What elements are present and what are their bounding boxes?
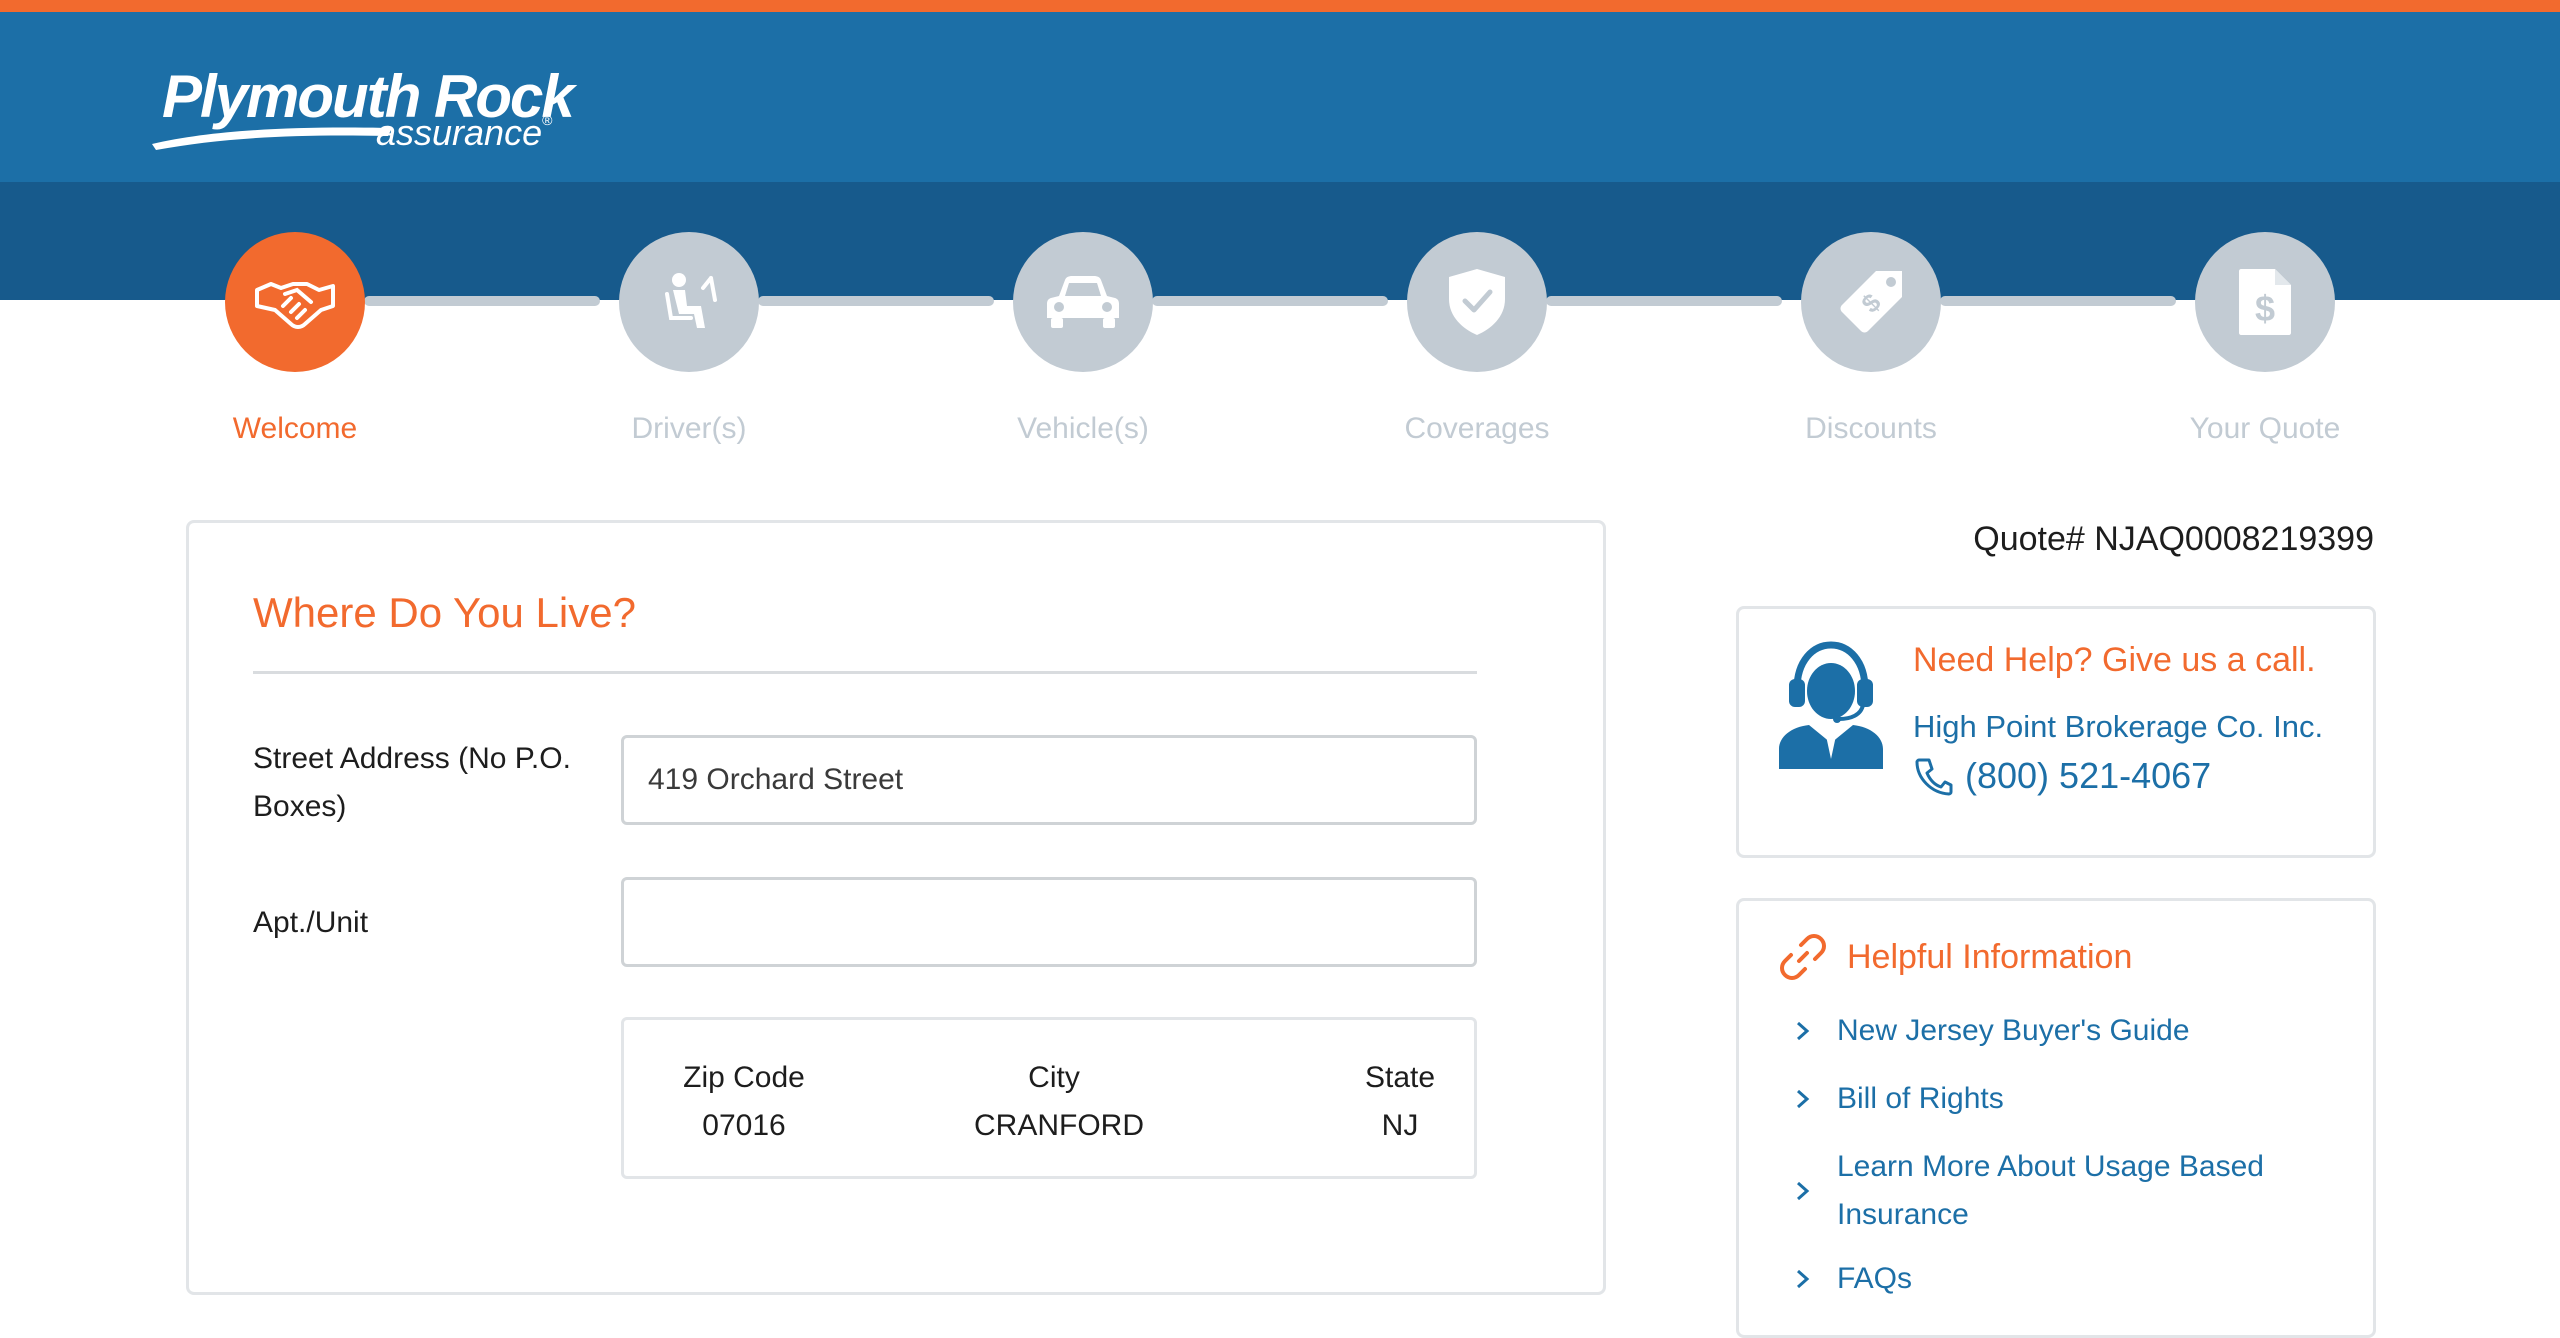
step-circle [1013,232,1153,372]
step-label: Welcome [232,412,358,445]
street-address-label: Street Address (No P.O. Boxes) [253,742,571,823]
title-divider [253,671,1477,674]
location-summary: Zip Code 07016 City CRANFORD State NJ [621,1017,1477,1179]
info-link-label[interactable]: New Jersey Buyer's Guide [1837,1007,2190,1055]
info-link-buyers-guide[interactable]: New Jersey Buyer's Guide [1795,1007,2190,1055]
info-link-label[interactable]: FAQs [1837,1255,1912,1303]
phone-row[interactable]: (800) 521-4067 [1913,755,2211,797]
step-welcome[interactable]: Welcome [175,232,415,446]
handshake-icon [255,282,335,329]
street-address-input[interactable] [621,735,1477,825]
price-tag-icon: $ [1840,271,1902,333]
step-coverages[interactable]: Coverages [1357,232,1597,446]
step-discounts[interactable]: $ Discounts [1751,232,1991,446]
info-link-bill-of-rights[interactable]: Bill of Rights [1795,1075,2004,1123]
driver-seat-icon [665,273,717,328]
customer-support-agent-icon [1779,641,1883,769]
zip-code-value: 07016 [702,1109,786,1142]
chevron-right-icon [1797,1181,1810,1201]
info-title: Helpful Information [1847,937,2133,976]
chevron-right-icon [1797,1269,1810,1289]
progress-steps: Welcome Driver(s) Vehicle(s) Coverages $… [0,232,2560,452]
state-value: NJ [1381,1109,1419,1142]
info-link-faqs[interactable]: FAQs [1795,1255,1912,1303]
address-form-card: Where Do You Live? Street Address (No P.… [186,520,1606,1295]
step-label: Vehicle(s) [1017,412,1149,445]
step-circle [619,232,759,372]
info-link-label[interactable]: Learn More About Usage Based Insurance [1837,1143,2297,1239]
city-value: CRANFORD [974,1109,1144,1142]
help-card: Need Help? Give us a call. High Point Br… [1736,606,2376,858]
svg-text:$: $ [2255,288,2275,329]
plymouth-rock-logo[interactable]: Plymouth Rock assurance® [152,62,575,162]
site-header: Plymouth Rock assurance® [0,12,2560,182]
city-label: City [1028,1061,1080,1094]
form-title: Where Do You Live? [253,589,636,636]
step-circle: $ [1801,232,1941,372]
city-column: City CRANFORD [974,1054,1144,1150]
zip-code-column: Zip Code 07016 [674,1054,814,1150]
quote-number: Quote# NJAQ0008219399 [1973,520,2374,558]
step-label: Your Quote [2189,412,2341,445]
step-circle [225,232,365,372]
chevron-right-icon [1797,1089,1810,1109]
link-chain-icon [1780,934,1826,980]
info-link-usage-based-insurance[interactable]: Learn More About Usage Based Insurance [1795,1143,2297,1239]
state-column: State NJ [1350,1054,1450,1150]
step-circle: $ [2195,232,2335,372]
car-icon [1047,276,1119,328]
logo-swoosh-icon [152,127,392,150]
step-circle [1407,232,1547,372]
step-label: Driver(s) [631,412,747,445]
state-label: State [1364,1061,1436,1094]
logo-subtitle: assurance® [376,112,553,153]
chevron-right-icon [1797,1021,1810,1041]
apt-unit-input[interactable] [621,877,1477,967]
step-label: Discounts [1805,412,1937,445]
step-label: Coverages [1404,412,1550,445]
phone-icon [1915,758,1953,796]
zip-code-label: Zip Code [683,1061,805,1094]
step-your-quote[interactable]: $ Your Quote [2145,232,2385,446]
helpful-information-card: Helpful Information New Jersey Buyer's G… [1736,898,2376,1338]
help-title: Need Help? Give us a call. [1913,641,2316,679]
shield-check-icon [1449,269,1505,335]
quote-document-icon: $ [2239,269,2291,335]
step-vehicles[interactable]: Vehicle(s) [963,232,1203,446]
phone-number-link[interactable]: (800) 521-4067 [1965,755,2211,797]
apt-unit-label: Apt./Unit [253,906,369,939]
top-accent-stripe [0,0,2560,12]
info-link-label[interactable]: Bill of Rights [1837,1075,2004,1123]
step-drivers[interactable]: Driver(s) [569,232,809,446]
info-title-row: Helpful Information [1779,933,2132,981]
broker-name[interactable]: High Point Brokerage Co. Inc. [1913,709,2323,745]
